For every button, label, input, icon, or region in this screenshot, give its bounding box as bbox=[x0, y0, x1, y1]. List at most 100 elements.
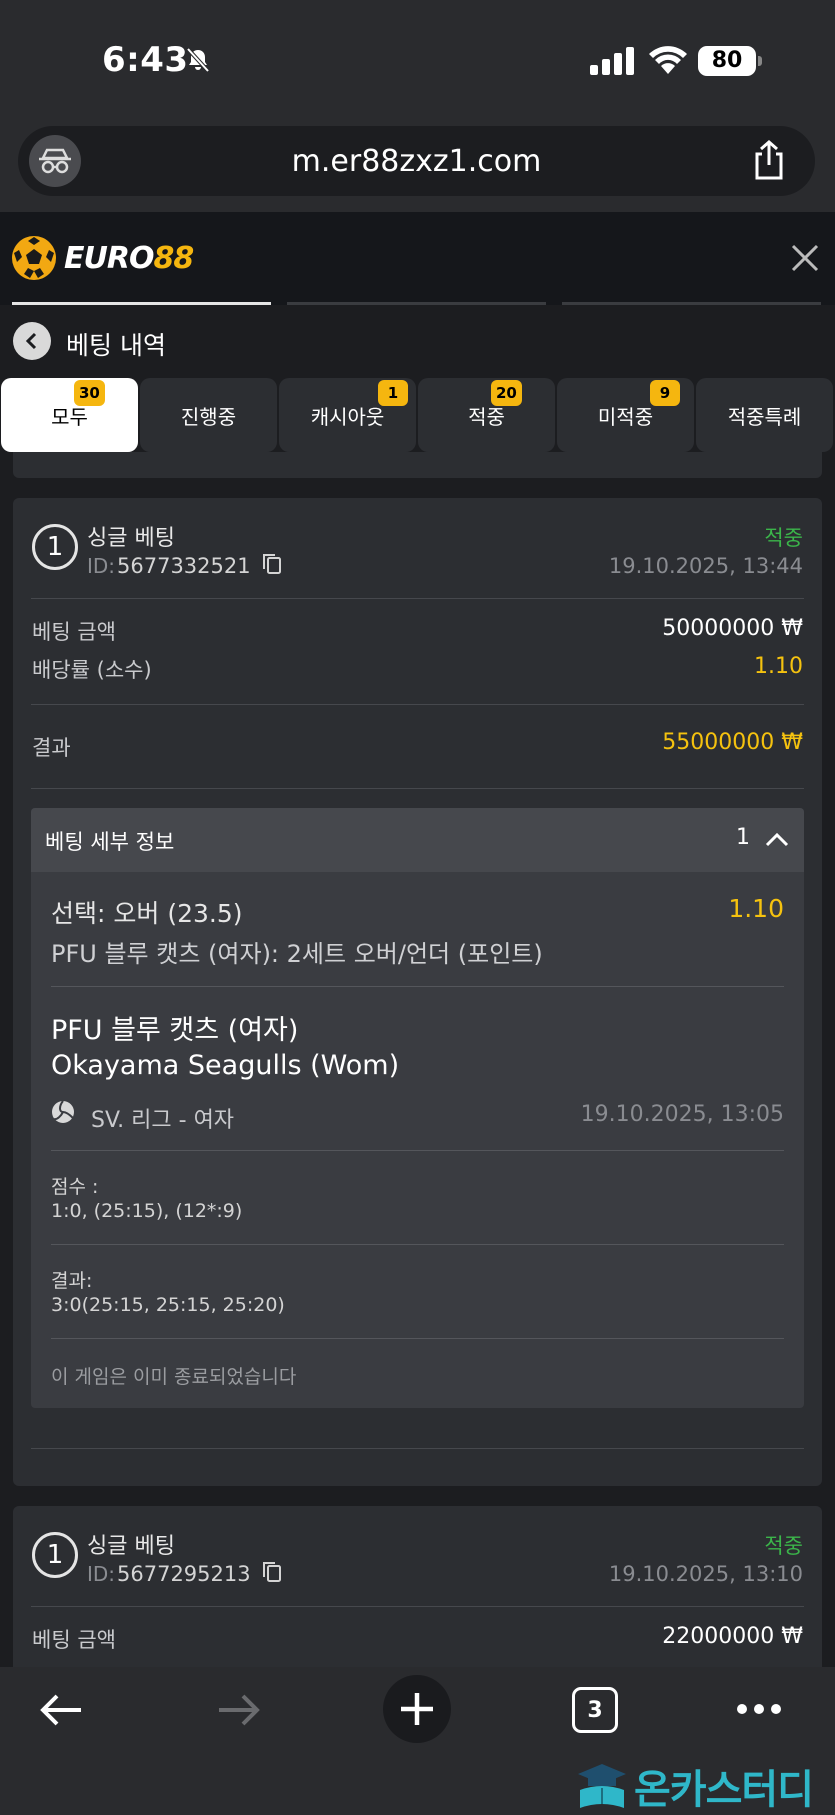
odds-value: 1.10 bbox=[754, 654, 803, 679]
result-value: 55000000 ₩ bbox=[662, 730, 803, 755]
tab-label: 적중특례 bbox=[727, 404, 802, 429]
bet-card: 1 싱글 베팅 ID: 5677332521 적중 19.10.2025, 13… bbox=[13, 498, 822, 1486]
arrow-right-icon bbox=[219, 1694, 260, 1726]
logo-text: EURO88 bbox=[64, 240, 194, 276]
copy-icon[interactable] bbox=[261, 552, 283, 576]
divider bbox=[31, 1448, 804, 1449]
logo-prefix: EURO bbox=[64, 240, 154, 276]
copy-icon[interactable] bbox=[261, 1560, 283, 1584]
divider bbox=[51, 1338, 784, 1339]
bet-details-title: 베팅 세부 정보 bbox=[45, 830, 175, 854]
chevron-up-icon[interactable] bbox=[764, 828, 790, 852]
bet-id-label: ID: bbox=[87, 554, 116, 578]
tab-lost[interactable]: 미적중 9 bbox=[557, 378, 694, 452]
league-name: SV. 리그 - 여자 bbox=[91, 1108, 235, 1133]
bet-status: 적중 bbox=[764, 1534, 803, 1558]
wifi-icon bbox=[649, 46, 687, 74]
tab-indicator bbox=[287, 302, 546, 305]
final-result-label: 결과: bbox=[51, 1270, 93, 1292]
tab-special[interactable]: 적중특례 bbox=[696, 378, 833, 452]
count-badge: 20 bbox=[491, 380, 522, 406]
stake-value: 22000000 ₩ bbox=[662, 1624, 803, 1649]
bet-card: 1 싱글 베팅 ID: 5677295213 적중 19.10.2025, 13… bbox=[13, 1506, 822, 1667]
count-badge: 1 bbox=[378, 380, 408, 406]
bet-id: 5677295213 bbox=[117, 1562, 251, 1586]
page-title: 베팅 내역 bbox=[66, 331, 166, 360]
bet-type: 싱글 베팅 bbox=[87, 1534, 175, 1559]
market-text: PFU 블루 캣츠 (여자): 2세트 오버/언더 (포인트) bbox=[51, 940, 543, 968]
graduation-book-icon bbox=[578, 1764, 626, 1808]
score-value: 1:0, (25:15), (12*:9) bbox=[51, 1200, 243, 1222]
tab-in-progress[interactable]: 진행중 bbox=[140, 378, 277, 452]
tab-indicator-active bbox=[12, 302, 271, 305]
site-logo[interactable]: EURO88 bbox=[12, 236, 194, 280]
browser-bottom-bar: 3 온카스터디 bbox=[0, 1667, 835, 1815]
bet-details-panel: 베팅 세부 정보 1 선택: 오버 (23.5) 1.10 PFU 블루 캣츠 … bbox=[31, 808, 804, 1408]
selection-text: 선택: 오버 (23.5) bbox=[51, 899, 243, 928]
divider bbox=[31, 1606, 804, 1607]
divider bbox=[31, 704, 804, 705]
final-result-value: 3:0(25:15, 25:15, 25:20) bbox=[51, 1294, 285, 1316]
bet-id: 5677332521 bbox=[117, 554, 251, 578]
status-time: 6:43 bbox=[102, 40, 189, 80]
odds-label: 배당률 (소수) bbox=[32, 658, 152, 682]
chevron-left-icon bbox=[25, 332, 37, 350]
watermark-text: 온카스터디 bbox=[634, 1767, 814, 1813]
stake-label: 베팅 금액 bbox=[32, 620, 116, 644]
arrow-left-icon bbox=[40, 1694, 81, 1726]
more-button[interactable] bbox=[732, 1687, 786, 1731]
browser-toolbar: m.er88zxz1.com bbox=[0, 120, 835, 212]
tab-label: 미적중 bbox=[597, 404, 654, 429]
game-ended-note: 이 게임은 이미 종료되었습니다 bbox=[51, 1366, 297, 1388]
divider bbox=[51, 1150, 784, 1151]
more-dots-icon bbox=[737, 1704, 781, 1714]
back-nav-button[interactable] bbox=[36, 1685, 86, 1735]
team-home: PFU 블루 캣츠 (여자) bbox=[51, 1015, 299, 1046]
previous-bet-card bbox=[13, 452, 822, 478]
share-icon[interactable] bbox=[751, 140, 787, 180]
tab-cashout[interactable]: 캐시아웃 1 bbox=[279, 378, 416, 452]
tab-label: 캐시아웃 bbox=[310, 404, 385, 429]
event-datetime: 19.10.2025, 13:05 bbox=[580, 1102, 784, 1127]
soccer-ball-icon bbox=[12, 236, 56, 280]
watermark: 온카스터디 bbox=[576, 1757, 814, 1815]
divider bbox=[51, 1244, 784, 1245]
divider bbox=[51, 986, 784, 987]
count-badge: 30 bbox=[74, 380, 105, 406]
url-text[interactable]: m.er88zxz1.com bbox=[18, 144, 815, 179]
app-header: EURO88 bbox=[0, 212, 835, 305]
bet-type: 싱글 베팅 bbox=[87, 526, 175, 551]
count-badge: 9 bbox=[650, 380, 680, 406]
tabs-button[interactable]: 3 bbox=[572, 1687, 618, 1733]
tab-all[interactable]: 모두 30 bbox=[1, 378, 138, 452]
bet-history-list[interactable]: 1 싱글 베팅 ID: 5677332521 적중 19.10.2025, 13… bbox=[0, 452, 835, 1667]
bet-status: 적중 bbox=[764, 526, 803, 550]
bet-count-icon: 1 bbox=[32, 1532, 78, 1578]
address-bar[interactable]: m.er88zxz1.com bbox=[18, 126, 815, 196]
close-icon[interactable] bbox=[787, 240, 823, 276]
tab-won[interactable]: 적중 20 bbox=[418, 378, 555, 452]
score-label: 점수 : bbox=[51, 1176, 99, 1198]
tab-indicator bbox=[562, 302, 821, 305]
team-away: Okayama Seagulls (Wom) bbox=[51, 1050, 400, 1081]
bet-datetime: 19.10.2025, 13:10 bbox=[608, 1562, 803, 1586]
forward-nav-button[interactable] bbox=[214, 1685, 264, 1735]
result-label: 결과 bbox=[32, 736, 71, 760]
bet-id-label: ID: bbox=[87, 1562, 116, 1586]
bet-details-header[interactable]: 베팅 세부 정보 1 bbox=[31, 808, 804, 872]
plus-icon bbox=[401, 1693, 433, 1725]
new-tab-button[interactable] bbox=[383, 1675, 451, 1743]
filter-tabs: 모두 30 진행중 캐시아웃 1 적중 20 미적중 9 적중특례 bbox=[0, 378, 835, 452]
volleyball-icon bbox=[52, 1100, 74, 1123]
page-header: 베팅 내역 bbox=[0, 306, 835, 378]
tab-label: 진행중 bbox=[180, 404, 237, 429]
bell-muted-icon bbox=[186, 47, 210, 73]
stake-label: 베팅 금액 bbox=[32, 1628, 116, 1652]
back-button[interactable] bbox=[13, 322, 51, 360]
status-bar: 6:43 80 bbox=[0, 0, 835, 120]
divider bbox=[31, 598, 804, 599]
stake-value: 50000000 ₩ bbox=[662, 616, 803, 641]
battery-indicator: 80 bbox=[698, 46, 762, 76]
selection-odds: 1.10 bbox=[728, 894, 784, 923]
bet-count-icon: 1 bbox=[32, 524, 78, 570]
